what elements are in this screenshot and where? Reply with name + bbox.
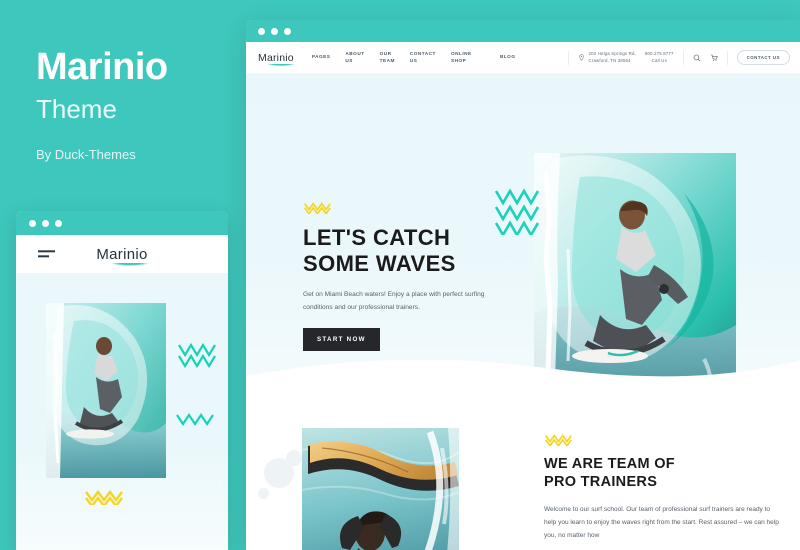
menu-item-pages[interactable]: PAGES [312,54,331,60]
location-pin-icon [578,54,584,61]
main-menu: PAGES ABOUT US OUR TEAM CONTACT US ONLIN… [312,51,516,64]
teal-zigzag-icon [494,188,540,235]
hero-copy: LET'S CATCH SOME WAVES Get on Miami Beac… [303,200,523,351]
menu-item-online-shop[interactable]: ONLINE SHOP [451,51,485,64]
team-heading: WE ARE TEAM OF PRO TRAINERS [544,456,675,491]
menu-item-contact-us[interactable]: CONTACT US [410,51,436,64]
menu-item-blog[interactable]: BLOG [500,54,516,60]
site-logo[interactable]: Marinio [258,52,296,66]
wave-divider [246,359,800,404]
desktop-titlebar [246,20,800,42]
hamburger-icon[interactable] [38,247,55,260]
menu-item-our-team[interactable]: OUR TEAM [380,51,395,64]
mobile-yellow-zigzag-icon [85,490,123,505]
team-paragraph: Welcome to our surf school. Our team of … [544,506,779,540]
desktop-mockup: Marinio PAGES ABOUT US OUR TEAM CONTACT … [246,20,800,550]
decorative-bubble [286,450,302,466]
window-dot-icon [284,27,291,35]
team-section: WE ARE TEAM OF PRO TRAINERS Welcome to o… [246,404,800,550]
window-dot-icon [42,219,49,227]
mobile-titlebar [16,211,228,235]
address-block: 202 Helga Springs Rd, Crawford, TN 38554 [578,51,636,63]
contact-us-button[interactable]: CONTACT US [736,50,790,65]
search-icon[interactable] [693,54,701,62]
cart-icon[interactable] [710,54,718,62]
divider [682,50,684,65]
yellow-zigzag-icon [545,434,572,446]
decorative-bubble [258,488,269,499]
mobile-teal-zigzag-icon [176,413,214,426]
window-dot-icon [258,27,265,35]
window-dot-icon [29,219,36,227]
surfer-wave-illustration [46,303,166,478]
hero-heading: LET'S CATCH SOME WAVES [303,225,456,276]
divider [567,50,569,65]
divider [726,50,728,65]
mobile-teal-zigzag-icon [178,342,216,369]
team-copy: WE ARE TEAM OF PRO TRAINERS Welcome to o… [544,432,784,542]
page-title: Marinio [36,46,168,88]
address-text: 202 Helga Springs Rd, Crawford, TN 38554 [588,51,636,63]
mobile-navbar: Marinio [16,235,228,273]
surfer-with-board-illustration [302,428,459,550]
mobile-logo[interactable]: Marinio [96,246,150,266]
page-subtitle: Theme [36,93,117,124]
hero-paragraph: Get on Miami Beach waters! Enjoy a place… [303,291,485,311]
mobile-hero-photo [46,303,166,478]
navbar-right: 202 Helga Springs Rd, Crawford, TN 38554… [567,50,790,65]
team-photo [302,428,459,550]
phone-text[interactable]: 800.275.8777 Call Us [645,51,674,63]
window-dot-icon [55,219,62,227]
site-navbar: Marinio PAGES ABOUT US OUR TEAM CONTACT … [246,42,800,74]
menu-item-about-us[interactable]: ABOUT US [345,51,364,64]
hero-section: LET'S CATCH SOME WAVES Get on Miami Beac… [246,74,800,404]
window-dot-icon [271,27,278,35]
yellow-zigzag-icon [304,202,331,214]
author-credit: By Duck-Themes [36,146,136,162]
